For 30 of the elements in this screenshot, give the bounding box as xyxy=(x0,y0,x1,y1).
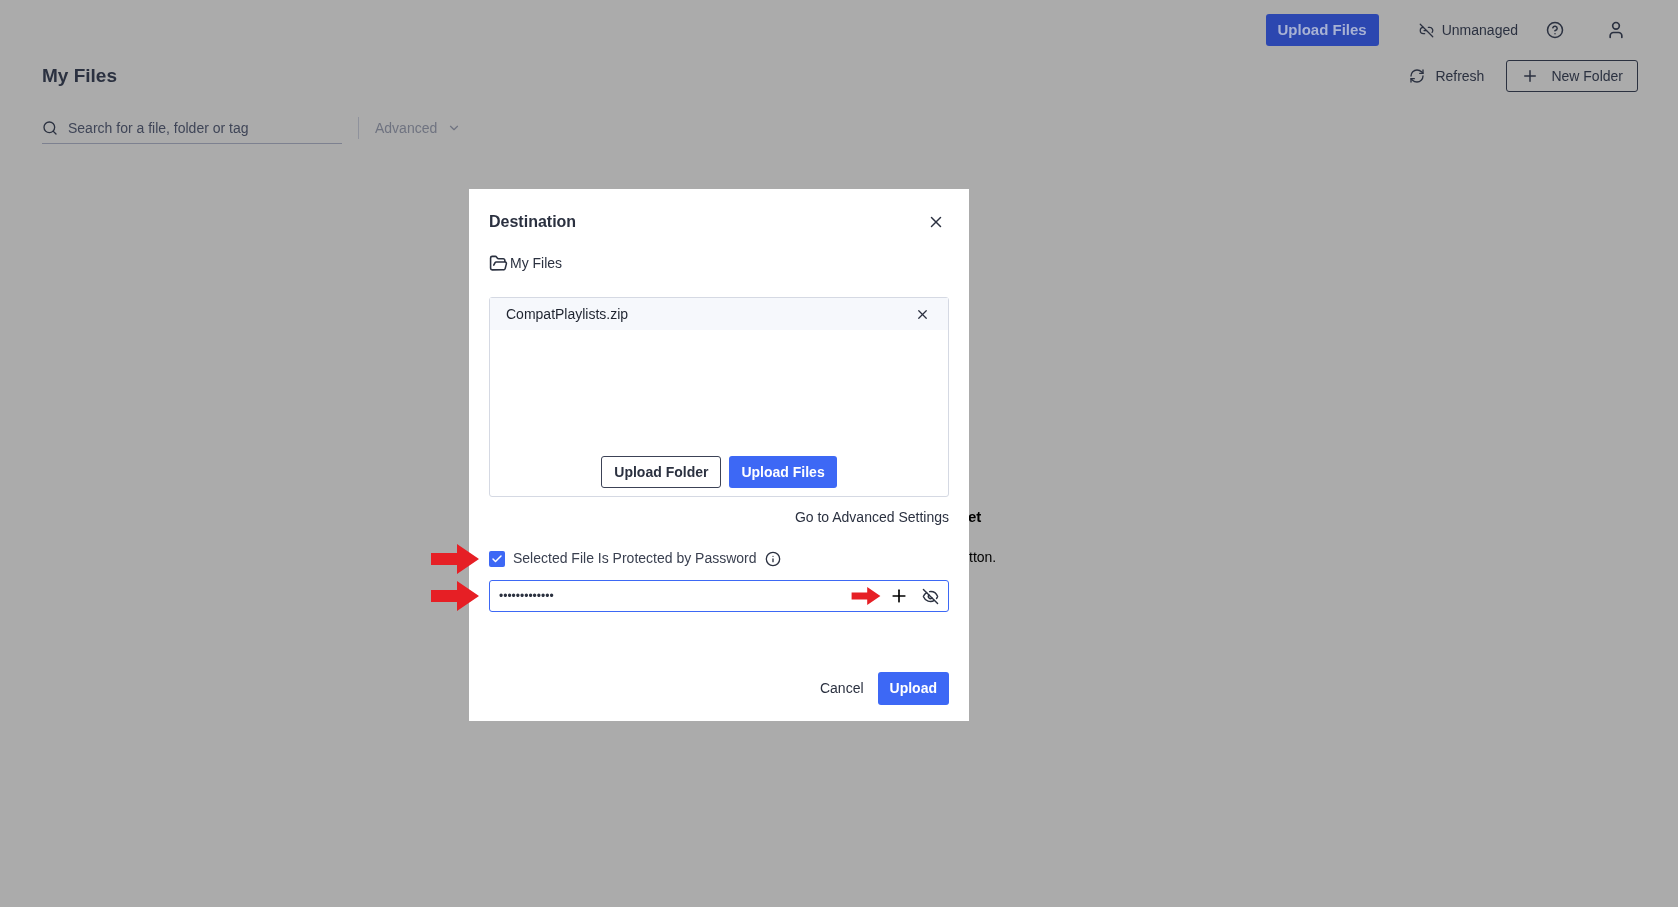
user-icon[interactable] xyxy=(1606,20,1626,40)
arrow-annotation-icon xyxy=(431,581,479,611)
password-checkbox[interactable] xyxy=(489,550,505,567)
refresh-button[interactable]: Refresh xyxy=(1409,65,1485,87)
check-icon xyxy=(491,552,503,565)
hide-password-icon[interactable] xyxy=(922,587,939,605)
help-icon[interactable] xyxy=(1546,21,1564,39)
empty-state-text: et xyxy=(968,507,983,527)
search-icon xyxy=(42,120,58,136)
page-title: My Files xyxy=(42,63,117,88)
folder-icon xyxy=(489,254,508,273)
cancel-button[interactable]: Cancel xyxy=(817,672,866,705)
new-folder-button[interactable]: New Folder xyxy=(1506,60,1638,92)
checkbox-label: Selected File Is Protected by Password xyxy=(513,549,757,568)
dialog-title: Destination xyxy=(489,212,577,232)
destination-path[interactable]: My Files xyxy=(510,253,563,274)
arrow-annotation-icon xyxy=(431,543,479,574)
empty-state-text: tton. xyxy=(969,547,997,567)
info-icon[interactable] xyxy=(764,550,781,567)
file-name: CompatPlaylists.zip xyxy=(506,304,629,324)
password-field[interactable]: ••••••••••••• xyxy=(489,580,949,612)
upload-folder-button[interactable]: Upload Folder xyxy=(601,456,722,488)
upload-files-button[interactable]: Upload Files xyxy=(1265,14,1379,46)
broken-link-icon xyxy=(1418,22,1434,38)
status-label: Unmanaged xyxy=(1441,20,1518,40)
refresh-icon xyxy=(1409,68,1426,84)
advanced-settings-link[interactable]: Go to Advanced Settings xyxy=(794,507,949,528)
search-field[interactable]: Search for a file, folder or tag xyxy=(42,112,342,144)
upload-files-button[interactable]: Upload Files xyxy=(729,456,837,488)
upload-button[interactable]: Upload xyxy=(877,672,949,705)
